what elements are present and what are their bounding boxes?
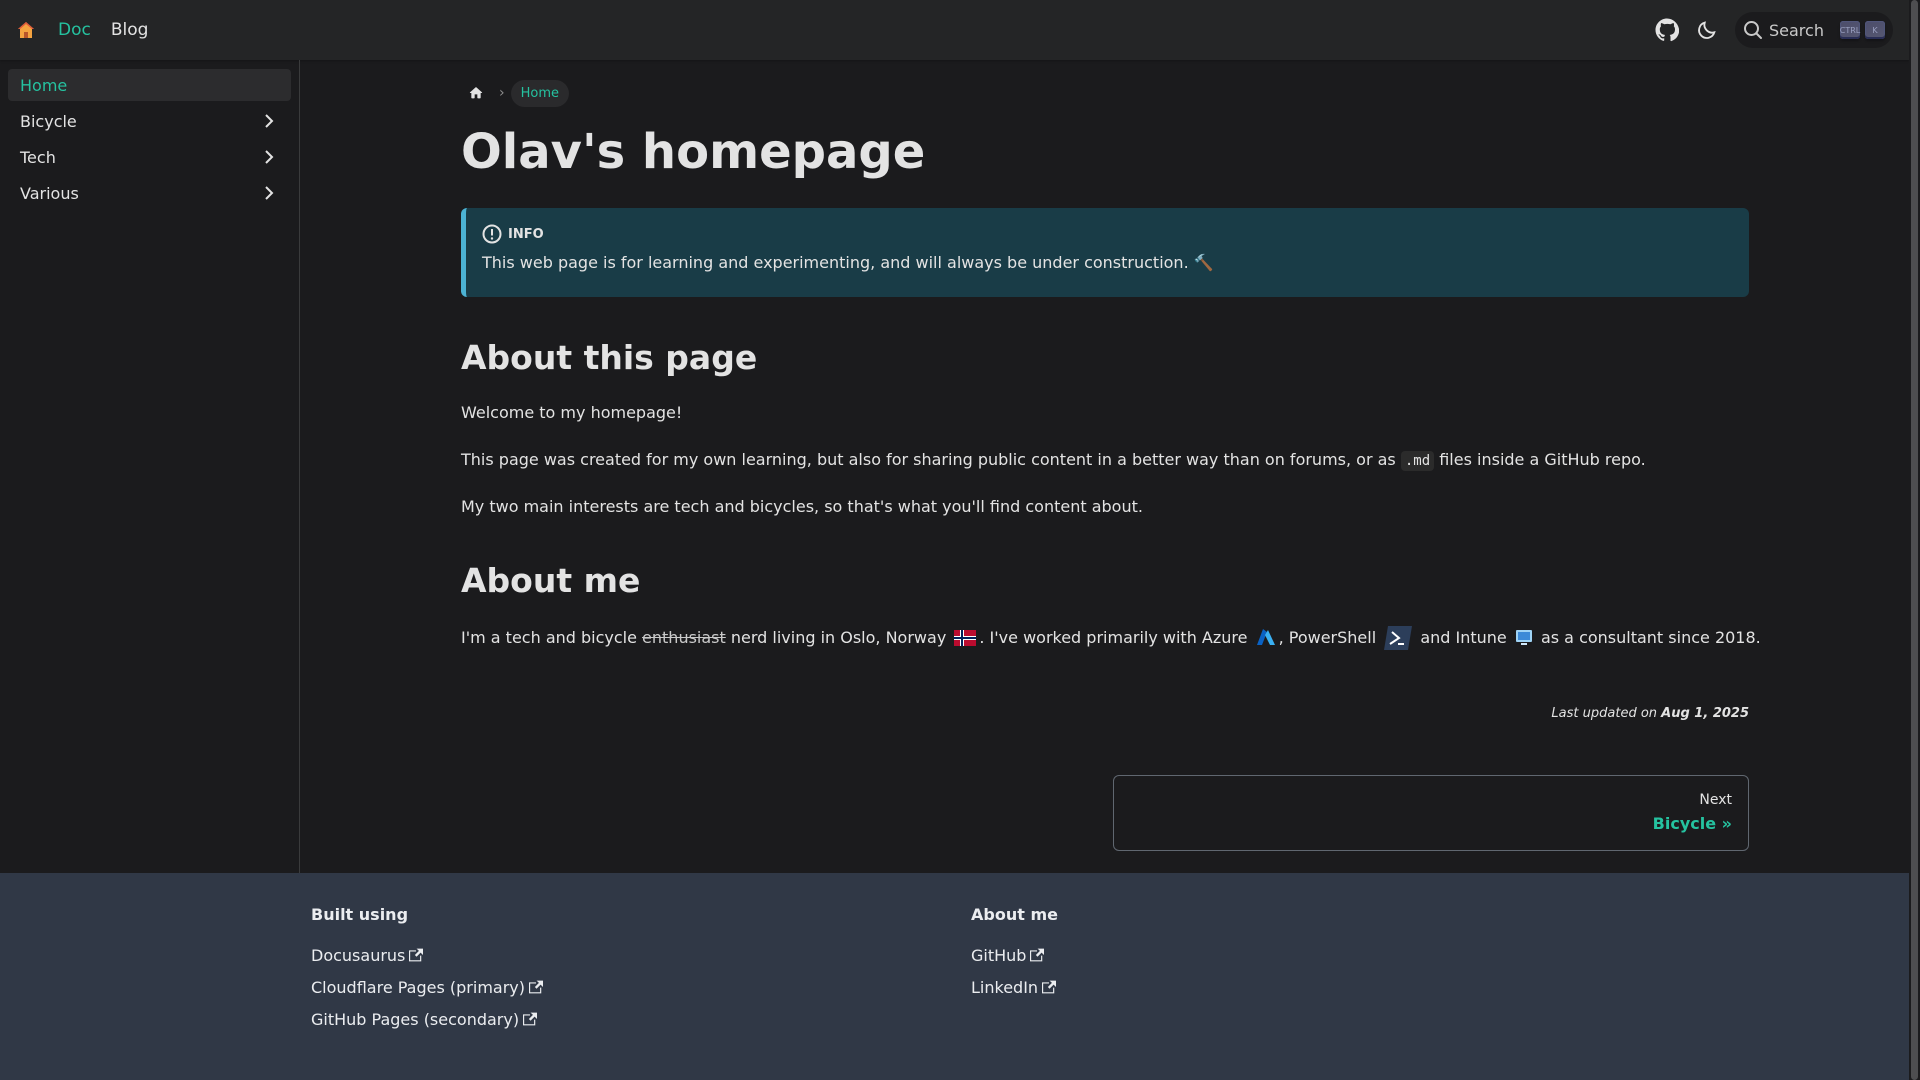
moon-icon[interactable] <box>1693 16 1721 44</box>
paragraph-purpose: This page was created for my own learnin… <box>461 448 1749 472</box>
sidebar-item-home[interactable]: Home <box>8 69 291 101</box>
inline-code: .md <box>1400 451 1435 472</box>
external-link-icon <box>529 980 543 994</box>
search-icon <box>1743 20 1763 40</box>
breadcrumb-current: Home <box>510 79 569 107</box>
sidebar: Home Bicycle Tech Various <box>0 60 300 873</box>
external-link-icon <box>1030 948 1045 962</box>
footer-link-label: GitHub Pages (secondary) <box>311 1009 520 1029</box>
chevron-right-icon[interactable] <box>259 111 279 131</box>
paragraph-text: and Intune <box>1415 627 1512 647</box>
paragraph-text: nerd living in Oslo, Norway <box>725 627 952 647</box>
page-title: Olav's homepage <box>461 124 926 180</box>
kbd-k: K <box>1865 21 1885 39</box>
kbd-ctrl: CTRL <box>1840 21 1860 39</box>
nav-link-doc[interactable]: Doc <box>58 20 91 40</box>
pagination-next[interactable]: Next Bicycle » <box>1113 774 1749 851</box>
footer-column-title: About me <box>971 905 1058 924</box>
github-icon[interactable] <box>1653 16 1681 44</box>
sidebar-item-various[interactable]: Various <box>8 177 291 209</box>
external-link-icon <box>1042 980 1057 994</box>
footer-column-built-using: Built using Docusaurus Cloudflare Pages … <box>311 905 543 1041</box>
paragraph-about-me: I'm a tech and bicycle enthusiast nerd l… <box>461 625 1761 650</box>
paragraph-text: , PowerShell <box>1278 627 1382 647</box>
search-placeholder: Search <box>1769 20 1824 40</box>
footer-link-label: Cloudflare Pages (primary) <box>311 977 525 997</box>
norway-flag-icon <box>954 627 977 649</box>
sidebar-item-tech[interactable]: Tech <box>8 141 291 173</box>
admonition-heading: INFO <box>482 224 1732 244</box>
scrollbar-thumb[interactable] <box>1911 0 1918 1080</box>
paragraph-text: I'm a tech and bicycle <box>461 627 643 647</box>
sidebar-item-label: Tech <box>20 147 56 167</box>
footer-column-about-me: About me GitHub LinkedIn <box>971 905 1058 1009</box>
navbar: Doc Blog Search CTRL K <box>0 0 1909 60</box>
footer-link-docusaurus[interactable]: Docusaurus <box>311 945 543 965</box>
footer-link-label: Docusaurus <box>311 945 406 965</box>
strikethrough-text: enthusiast <box>642 627 726 647</box>
nav-link-blog[interactable]: Blog <box>111 20 149 40</box>
sidebar-item-bicycle[interactable]: Bicycle <box>8 105 291 137</box>
last-updated-label: Last updated on <box>1551 705 1658 721</box>
paragraph-text: This page was created for my own learnin… <box>461 450 1401 470</box>
home-icon[interactable] <box>16 20 36 40</box>
info-icon <box>482 224 502 244</box>
navbar-right: Search CTRL K <box>1641 12 1893 48</box>
info-admonition: INFO This web page is for learning and e… <box>461 208 1749 297</box>
external-link-icon <box>409 948 424 962</box>
breadcrumb: › Home <box>461 78 1749 108</box>
paragraph-interests: My two main interests are tech and bicyc… <box>461 497 1143 517</box>
azure-icon <box>1256 627 1276 649</box>
breadcrumb-home-icon[interactable] <box>461 78 491 108</box>
intune-icon <box>1515 627 1533 649</box>
page-scrollbar[interactable] <box>1909 0 1920 1080</box>
breadcrumb-separator: › <box>499 85 505 101</box>
pagination-sublabel: Next <box>1699 791 1732 808</box>
sidebar-item-label: Bicycle <box>20 111 77 131</box>
pagination-label: Bicycle » <box>1652 813 1732 833</box>
footer-link-label: LinkedIn <box>971 977 1039 997</box>
chevron-right-icon[interactable] <box>259 147 279 167</box>
search-shortcut: CTRL K <box>1840 21 1885 39</box>
admonition-text: This web page is for learning and experi… <box>482 253 1214 272</box>
footer-link-label: GitHub <box>971 945 1027 965</box>
last-updated-date: Aug 1, 2025 <box>1661 705 1749 721</box>
chevron-right-icon[interactable] <box>259 183 279 203</box>
external-link-icon <box>523 1012 538 1026</box>
section-heading-about-me: About me <box>461 561 641 601</box>
paragraph-text: as a consultant since 2018. <box>1535 627 1761 647</box>
paragraph-text: files inside a GitHub repo. <box>1434 450 1646 470</box>
paragraph-welcome: Welcome to my homepage! <box>461 403 683 423</box>
footer-link-github[interactable]: GitHub <box>971 945 1058 965</box>
footer-link-linkedin[interactable]: LinkedIn <box>971 977 1058 997</box>
main-content: › Home Olav's homepage INFO This web pag… <box>461 60 1761 851</box>
sidebar-item-label: Home <box>20 75 68 95</box>
footer: Built using Docusaurus Cloudflare Pages … <box>0 873 1909 1080</box>
last-updated: Last updated on Aug 1, 2025 <box>461 706 1749 721</box>
section-heading-about-page: About this page <box>461 338 758 377</box>
footer-column-title: Built using <box>311 905 409 924</box>
sidebar-item-label: Various <box>20 183 79 203</box>
paragraph-text: . I've worked primarily with Azure <box>979 627 1253 647</box>
footer-link-cloudflare[interactable]: Cloudflare Pages (primary) <box>311 977 543 997</box>
powershell-icon <box>1384 625 1413 650</box>
footer-link-github-pages[interactable]: GitHub Pages (secondary) <box>311 1009 543 1029</box>
search-button[interactable]: Search CTRL K <box>1735 12 1893 48</box>
admonition-title: INFO <box>508 226 544 242</box>
